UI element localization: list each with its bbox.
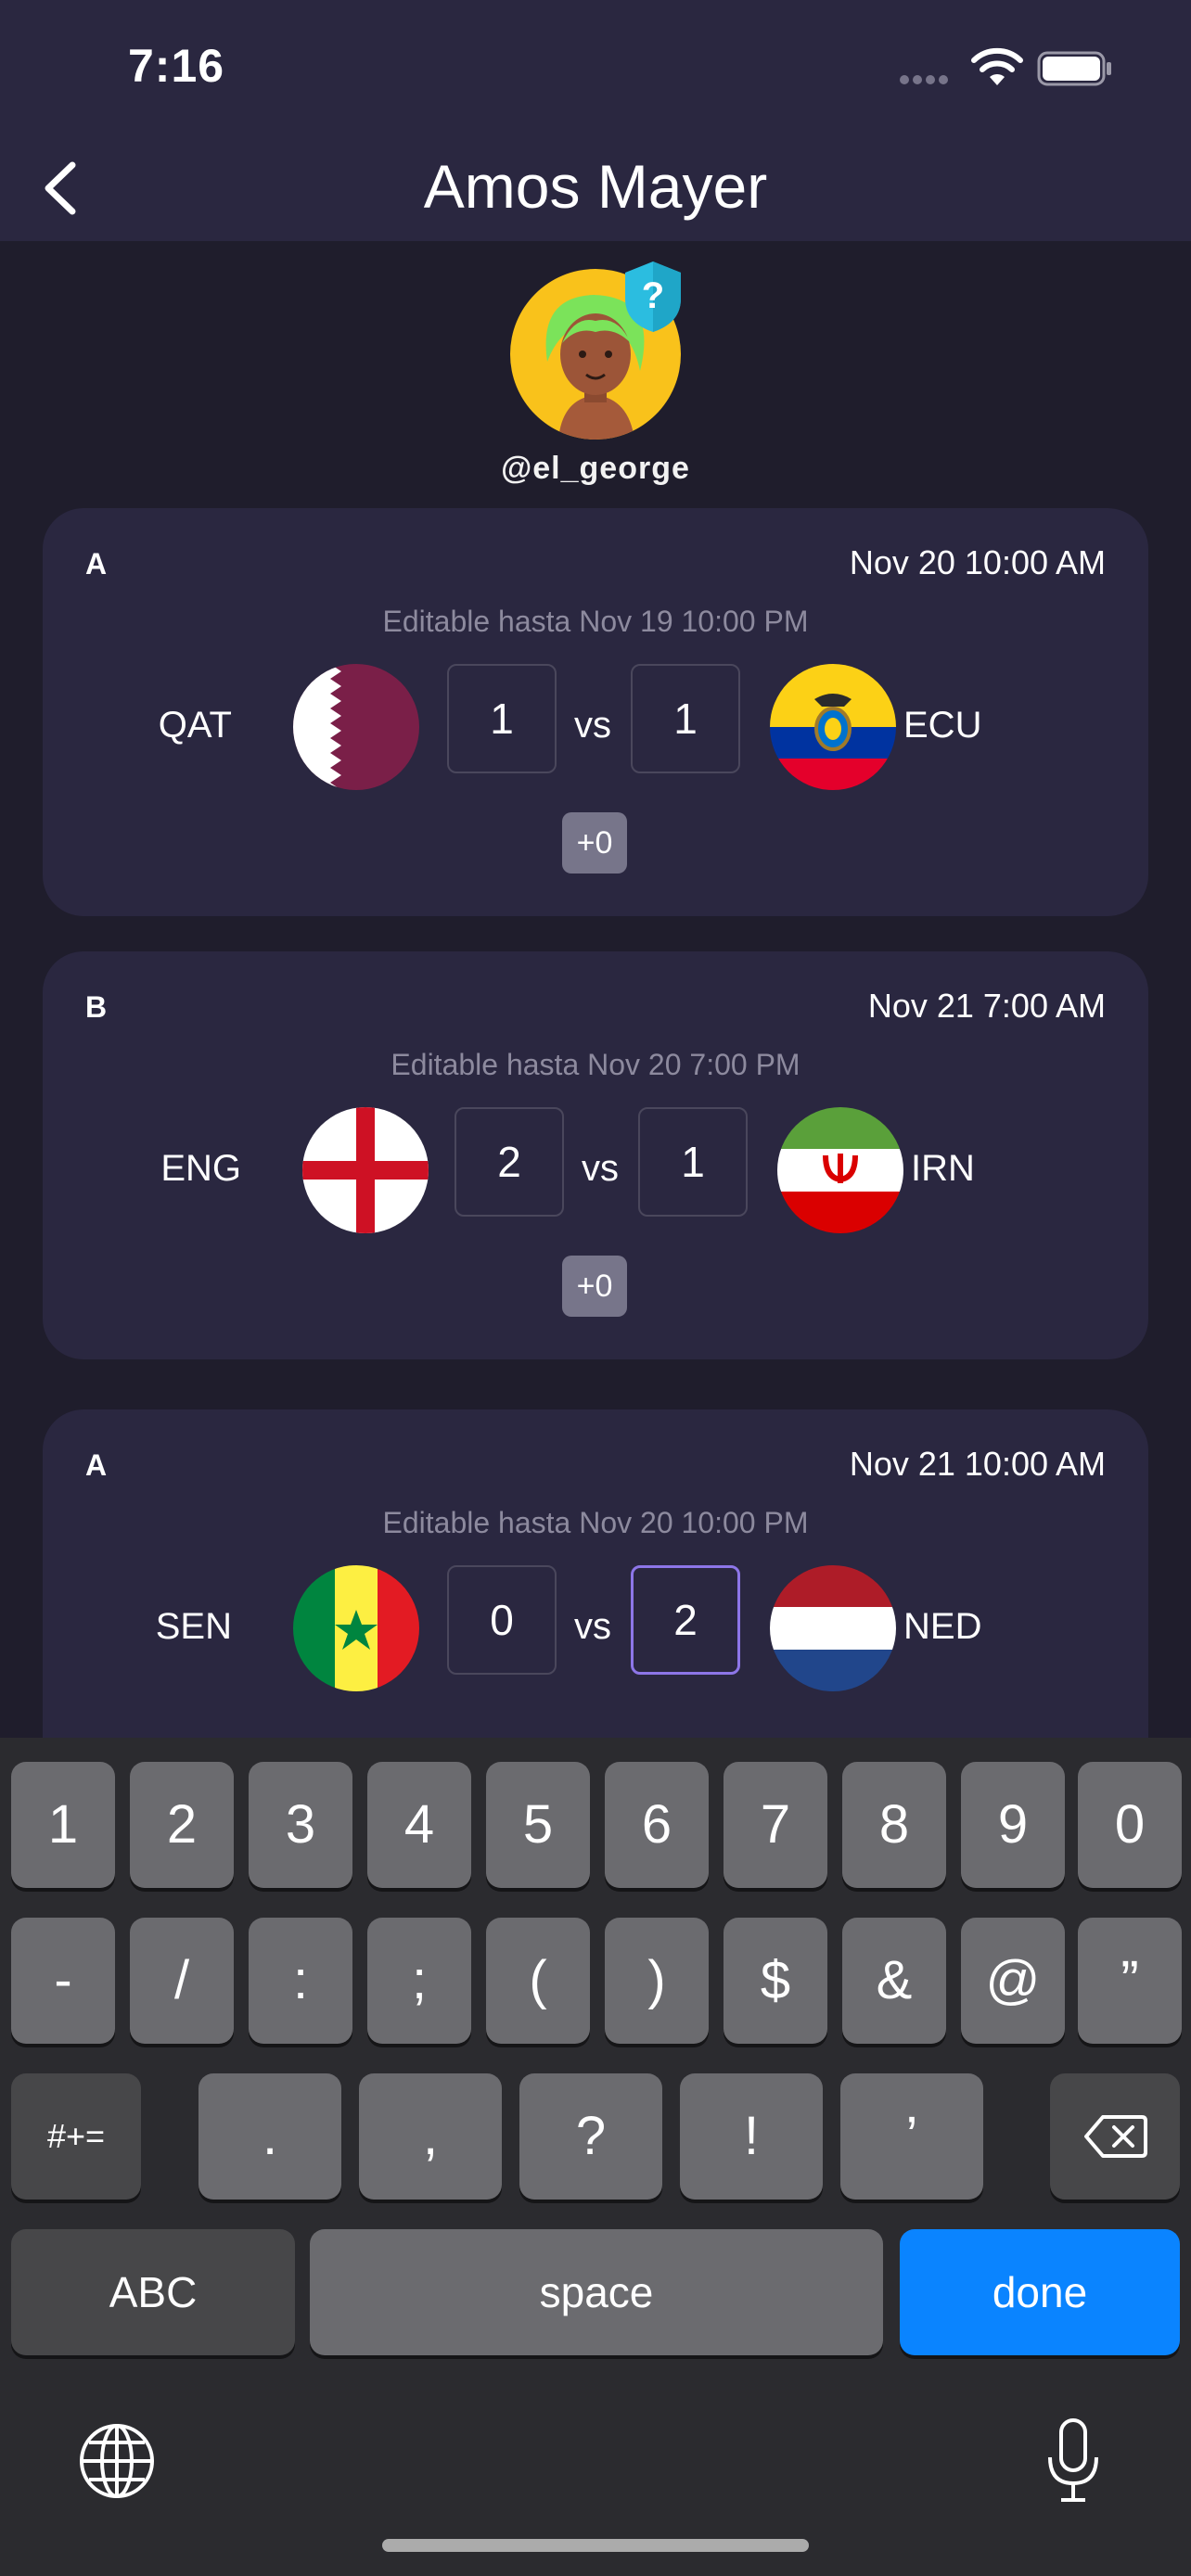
home-indicator	[382, 2539, 809, 2552]
home-team-code: SEN	[155, 1606, 232, 1647]
key-hyphen[interactable]: -	[11, 1918, 115, 2044]
microphone-icon[interactable]	[1046, 2417, 1100, 2506]
backspace-icon	[1084, 2115, 1147, 2158]
globe-icon[interactable]	[78, 2422, 156, 2500]
vs-label: vs	[574, 705, 611, 746]
away-team-code: NED	[903, 1606, 982, 1647]
wifi-icon	[971, 47, 1023, 85]
key-6[interactable]: 6	[605, 1762, 709, 1888]
key-apostrophe[interactable]: ’	[840, 2073, 983, 2200]
match-date: Nov 21 10:00 AM	[849, 1445, 1106, 1483]
key-9[interactable]: 9	[961, 1762, 1065, 1888]
cellular-signal-icon	[900, 72, 952, 89]
away-score-input[interactable]: 1	[631, 664, 740, 773]
status-bar: 7:16	[0, 0, 1191, 139]
done-key[interactable]: done	[900, 2229, 1180, 2355]
key-at[interactable]: @	[961, 1918, 1065, 2044]
home-score-input[interactable]: 0	[447, 1565, 557, 1675]
key-5[interactable]: 5	[486, 1762, 590, 1888]
senegal-flag-icon	[293, 1565, 419, 1691]
away-score-input[interactable]: 2	[631, 1565, 740, 1675]
away-team-code: ECU	[903, 705, 982, 746]
ecuador-flag-icon	[770, 664, 896, 790]
netherlands-flag-icon	[770, 1565, 896, 1691]
battery-icon	[1037, 51, 1111, 86]
home-score-input[interactable]: 2	[455, 1107, 564, 1217]
key-semicolon[interactable]: ;	[367, 1918, 471, 2044]
away-score-input[interactable]: 1	[638, 1107, 748, 1217]
home-team-code: ENG	[160, 1148, 241, 1189]
key-exclamation[interactable]: !	[680, 2073, 823, 2200]
qatar-flag-icon	[293, 664, 419, 790]
key-dollar[interactable]: $	[724, 1918, 827, 2044]
key-7[interactable]: 7	[724, 1762, 827, 1888]
page-title: Amos Mayer	[423, 152, 768, 221]
points-badge: +0	[562, 812, 627, 874]
editable-until: Editable hasta Nov 20 10:00 PM	[382, 1506, 809, 1539]
group-label: B	[85, 990, 108, 1024]
key-comma[interactable]: ,	[359, 2073, 502, 2200]
match-card: B Nov 21 7:00 AM Editable hasta Nov 20 7…	[43, 951, 1148, 1359]
space-key[interactable]: space	[310, 2229, 883, 2355]
unverified-question-badge-icon: ?	[625, 261, 681, 332]
key-2[interactable]: 2	[130, 1762, 234, 1888]
away-team-code: IRN	[911, 1148, 975, 1189]
vs-label: vs	[574, 1606, 611, 1647]
key-period[interactable]: .	[198, 2073, 341, 2200]
group-label: A	[85, 1448, 108, 1482]
match-card: A Nov 20 10:00 AM Editable hasta Nov 19 …	[43, 508, 1148, 916]
match-date: Nov 20 10:00 AM	[849, 543, 1106, 581]
iran-flag-icon	[777, 1107, 903, 1233]
points-badge: +0	[562, 1256, 627, 1317]
key-close-paren[interactable]: )	[605, 1918, 709, 2044]
vs-label: vs	[582, 1148, 619, 1189]
key-8[interactable]: 8	[842, 1762, 946, 1888]
match-date: Nov 21 7:00 AM	[867, 987, 1106, 1025]
editable-until: Editable hasta Nov 20 7:00 PM	[391, 1048, 800, 1081]
home-score-input[interactable]: 1	[447, 664, 557, 773]
username: @el_george	[501, 451, 690, 486]
key-more-symbols[interactable]: #+=	[11, 2073, 141, 2200]
key-1[interactable]: 1	[11, 1762, 115, 1888]
home-team-code: QAT	[158, 705, 232, 746]
abc-key[interactable]: ABC	[11, 2229, 295, 2355]
group-label: A	[85, 547, 108, 580]
key-slash[interactable]: /	[130, 1918, 234, 2044]
key-colon[interactable]: :	[249, 1918, 352, 2044]
key-open-paren[interactable]: (	[486, 1918, 590, 2044]
backspace-key[interactable]	[1050, 2073, 1180, 2200]
key-0[interactable]: 0	[1078, 1762, 1182, 1888]
key-quote[interactable]: ”	[1078, 1918, 1182, 2044]
editable-until: Editable hasta Nov 19 10:00 PM	[382, 605, 809, 638]
key-3[interactable]: 3	[249, 1762, 352, 1888]
key-ampersand[interactable]: &	[842, 1918, 946, 2044]
status-time: 7:16	[128, 40, 225, 92]
key-4[interactable]: 4	[367, 1762, 471, 1888]
england-flag-icon	[302, 1107, 429, 1233]
key-question[interactable]: ?	[519, 2073, 662, 2200]
svg-text:?: ?	[642, 275, 664, 316]
